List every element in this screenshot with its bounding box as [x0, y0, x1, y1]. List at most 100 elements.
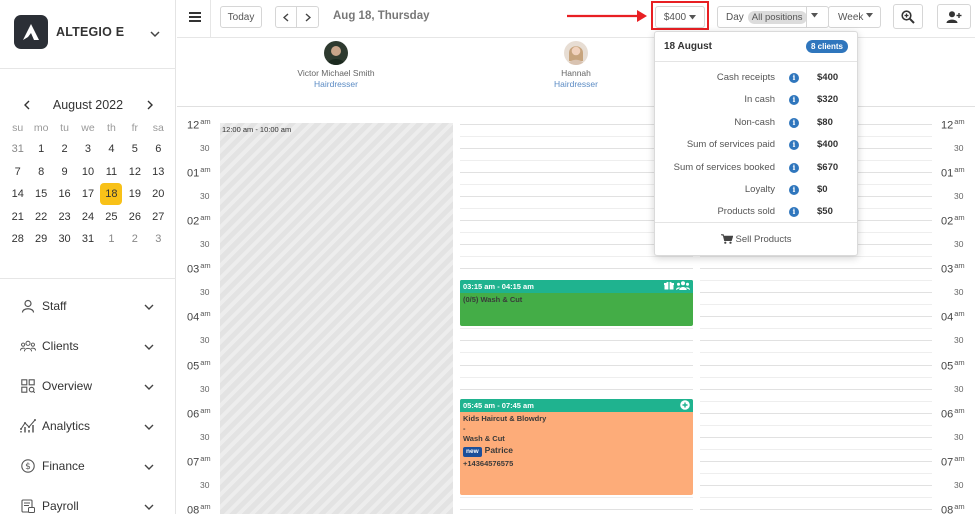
chevron-down-icon[interactable] [144, 340, 154, 354]
calendar-day-number: 6 [155, 143, 162, 155]
hour-suffix: am [954, 116, 965, 126]
sell-products-button[interactable]: Sell Products [655, 222, 857, 255]
calendar-day[interactable]: 7 [6, 161, 29, 184]
info-icon[interactable]: i [789, 162, 799, 173]
positions-filter-pill: All positions [747, 10, 807, 24]
highlight-box [651, 1, 709, 30]
calendar-day-number: 9 [61, 165, 68, 178]
calendar-day[interactable]: 4 [100, 138, 123, 161]
hamburger-menu-icon[interactable] [185, 7, 205, 27]
appointment-card[interactable]: 05:45 am - 07:45 am Kids Haircut & Blowd… [460, 399, 693, 495]
calendar-day[interactable]: 5 [123, 138, 146, 161]
staff-column-header[interactable]: Hannah Hairdresser [496, 41, 656, 89]
calendar-day[interactable]: 31 [6, 138, 29, 161]
week-view-dropdown[interactable]: Week [828, 6, 881, 28]
appointment-details: Kids Haircut & Blowdry - Wash & Cut new P… [460, 412, 693, 471]
calendar-day-number: 1 [38, 143, 45, 155]
add-staff-button[interactable] [937, 4, 971, 29]
calendar-day[interactable]: 10 [76, 161, 99, 184]
chevron-down-icon[interactable] [144, 420, 154, 434]
popover-date: 18 August [664, 41, 712, 52]
calendar-day[interactable]: 1 [29, 138, 52, 161]
hour-label: 08am [187, 502, 211, 514]
time-slot-line [460, 497, 693, 499]
calendar-day[interactable]: 3 [76, 138, 99, 161]
chevron-left-icon [283, 12, 289, 22]
info-icon[interactable]: i [789, 207, 799, 218]
summary-value: $0 [817, 183, 828, 195]
calendar-day[interactable]: 9 [53, 161, 76, 184]
calendar-day[interactable]: 12 [123, 161, 146, 184]
calendar-month-label: August 2022 [52, 98, 124, 112]
appointment-card[interactable]: 03:15 am - 04:15 am (0/5) Wash & Cut [460, 280, 693, 326]
brand-logo [14, 15, 48, 49]
calendar-day[interactable]: 11 [100, 161, 123, 184]
hour-label: 03am [187, 261, 211, 276]
plus-circle-icon[interactable] [680, 400, 690, 410]
time-slot-line [460, 376, 693, 378]
info-icon[interactable]: i [789, 140, 799, 151]
calendar-day-number: 31 [81, 233, 95, 246]
calendar-day-number: 26 [128, 210, 141, 223]
staff-column[interactable]: 12:00 am - 10:00 am [220, 108, 453, 514]
sidebar-item-analytics[interactable]: Analytics [0, 406, 176, 446]
calendar-day[interactable]: 13 [147, 161, 170, 184]
calendar-day[interactable]: 2 [123, 228, 146, 251]
view-day-positions-selector[interactable]: Day All positions [717, 6, 829, 28]
chevron-down-icon[interactable] [144, 300, 154, 314]
calendar-day[interactable]: 29 [29, 228, 52, 251]
calendar-day[interactable]: 21 [6, 206, 29, 229]
calendar-day[interactable]: 16 [53, 183, 76, 206]
calendar-day[interactable]: 8 [29, 161, 52, 184]
brand-switcher[interactable]: ALTEGIO E [14, 14, 164, 50]
chevron-down-icon[interactable] [150, 25, 160, 43]
calendar-day-number: 13 [152, 165, 165, 178]
sidebar-item-overview[interactable]: Overview [0, 366, 176, 406]
prev-day-button[interactable] [275, 6, 297, 28]
calendar-day[interactable]: 17 [76, 183, 99, 206]
calendar-day[interactable]: 1 [100, 228, 123, 251]
chevron-right-icon[interactable] [140, 96, 158, 114]
calendar-day[interactable]: 15 [29, 183, 52, 206]
summary-row: Cash receipts i $400 [655, 66, 857, 88]
brand-name: ALTEGIO E [56, 25, 125, 39]
calendar-day[interactable]: 20 [147, 183, 170, 206]
calendar-day[interactable]: 28 [6, 228, 29, 251]
calendar-day[interactable]: 25 [100, 206, 123, 229]
zoom-button[interactable] [893, 4, 923, 29]
caret-down-icon[interactable] [811, 13, 818, 18]
calendar-day[interactable]: 31 [76, 228, 99, 251]
calendar-day[interactable]: 23 [53, 206, 76, 229]
weekday-label: fr [131, 122, 139, 134]
staff-column-header[interactable]: Victor Michael Smith Hairdresser [256, 41, 416, 89]
today-button[interactable]: Today [220, 6, 262, 28]
info-icon[interactable]: i [789, 184, 799, 195]
chevron-down-icon[interactable] [144, 460, 154, 474]
calendar-day[interactable]: 2 [53, 138, 76, 161]
clients-count-badge[interactable]: 8 clients [805, 40, 848, 53]
chevron-down-icon[interactable] [144, 380, 154, 394]
calendar-day[interactable]: 30 [53, 228, 76, 251]
sidebar-item-clients[interactable]: Clients [0, 326, 176, 366]
calendar-day[interactable]: 3 [147, 228, 170, 251]
calendar-day-selected[interactable]: 18 [100, 183, 123, 206]
calendar-day[interactable]: 19 [123, 183, 146, 206]
chevron-down-icon[interactable] [144, 500, 154, 514]
hour-suffix: am [954, 357, 965, 367]
calendar-day[interactable]: 14 [6, 183, 29, 206]
sidebar-item-staff[interactable]: Staff [0, 286, 176, 326]
calendar-day[interactable]: 24 [76, 206, 99, 229]
sidebar-item-finance[interactable]: $ Finance [0, 446, 176, 486]
calendar-day-number: 27 [152, 210, 165, 223]
chevron-left-icon[interactable] [18, 96, 36, 114]
calendar-day[interactable]: 6 [147, 138, 170, 161]
info-icon[interactable]: i [789, 73, 799, 83]
calendar-day[interactable]: 22 [29, 206, 52, 229]
sidebar-item-payroll[interactable]: Payroll [0, 486, 176, 514]
appointment-icons [664, 281, 690, 290]
next-day-button[interactable] [296, 6, 319, 28]
info-icon[interactable]: i [789, 95, 799, 106]
info-icon[interactable]: i [789, 117, 799, 128]
calendar-day[interactable]: 26 [123, 206, 146, 229]
calendar-day[interactable]: 27 [147, 206, 170, 229]
